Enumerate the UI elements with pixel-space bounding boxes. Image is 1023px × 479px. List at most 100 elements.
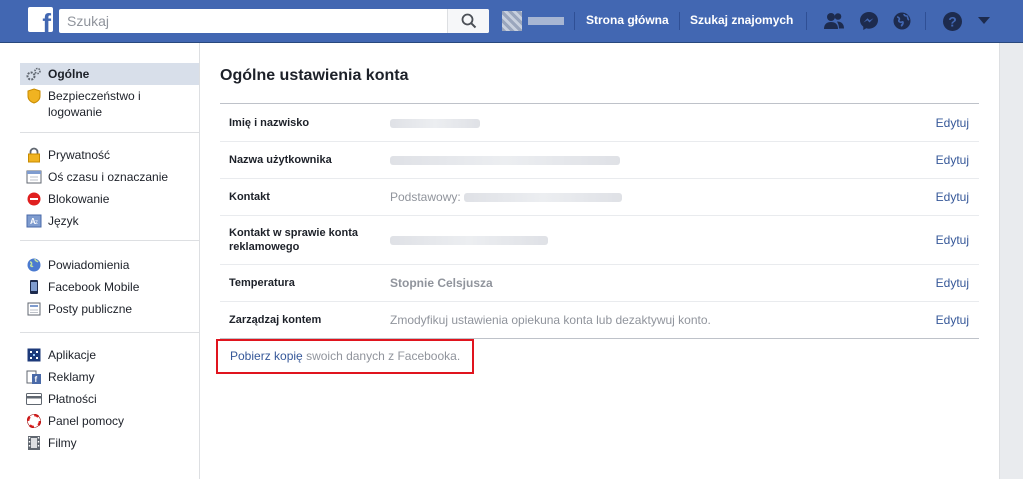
sidebar-item-payments[interactable]: Płatności [20,388,199,410]
messenger-icon[interactable] [858,10,880,32]
block-icon [26,191,42,207]
sidebar-item-label: Facebook Mobile [48,280,140,294]
svg-text:f: f [35,375,38,384]
edit-link[interactable]: Edytuj [929,313,979,327]
avatar [502,11,522,31]
page-title: Ogólne ustawienia konta [220,67,409,84]
settings-row-temperature[interactable]: Temperatura Stopnie Celsjusza Edytuj [220,264,979,301]
row-value: Podstawowy: [390,190,929,204]
sidebar-item-videos[interactable]: Filmy [20,432,199,454]
sidebar-item-label: Aplikacje [48,348,97,362]
row-label: Temperatura [229,277,295,289]
sidebar-item-label: Ogólne [48,67,90,81]
sidebar-item-privacy[interactable]: Prywatność [20,144,199,166]
sidebar-group: Prywatność Oś czasu i oznaczanie Blokowa… [20,144,199,232]
settings-row-name[interactable]: Imię i nazwisko Edytuj [220,104,979,141]
lock-icon [26,147,42,163]
divider [20,332,199,333]
download-data-highlight: Pobierz kopię swoich danych z Facebooka. [216,339,474,374]
row-value-redacted [390,116,929,130]
sidebar-item-public-posts[interactable]: Posty publiczne [20,298,199,320]
row-label: Zarządzaj kontem [229,314,322,326]
account-menu-chevron-down-icon[interactable] [973,10,995,32]
download-copy-text: swoich danych z Facebooka. [306,349,461,363]
notifications-globe-icon[interactable] [891,10,913,32]
sidebar-group: Ogólne Bezpieczeństwo i logowanie [20,63,199,123]
sidebar-item-label: Panel pomocy [48,414,125,428]
apps-icon [26,347,42,363]
rss-icon [26,301,42,317]
card-icon [26,391,42,407]
edit-link[interactable]: Edytuj [929,276,979,290]
divider [806,12,807,30]
sidebar-item-label: Bezpieczeństwo i logowanie [48,89,141,119]
row-value: Zmodyfikuj ustawienia opiekuna konta lub… [390,313,711,327]
sidebar-item-label: Reklamy [48,370,95,384]
sidebar-item-label: Oś czasu i oznaczanie [48,170,169,184]
mobile-icon [26,279,42,295]
search-input[interactable] [59,9,447,33]
sidebar-item-label: Płatności [48,392,97,406]
row-value-redacted [390,153,929,167]
contact-prefix: Podstawowy: [390,190,461,204]
row-label: Imię i nazwisko [229,116,310,129]
timeline-icon [26,169,42,185]
settings-row-username[interactable]: Nazwa użytkownika Edytuj [220,141,979,178]
sidebar-item-timeline[interactable]: Oś czasu i oznaczanie [20,166,199,188]
lifebuoy-icon [26,413,42,429]
globe-icon [26,257,42,273]
top-bar: f Strona główna Szukaj znajomych ? [0,0,1023,43]
profile-name-redacted [528,17,564,25]
sidebar-item-language[interactable]: Az Język [20,210,199,232]
svg-text:?: ? [948,13,957,29]
settings-table: Imię i nazwisko Edytuj Nazwa użytkownika… [220,103,979,339]
home-link[interactable]: Strona główna [586,13,669,27]
shield-icon [26,88,42,104]
gear-icon [26,66,42,82]
sidebar-item-label: Prywatność [48,148,111,162]
search-button[interactable] [447,9,489,33]
friend-requests-icon[interactable] [823,10,845,32]
settings-row-ad-contact[interactable]: Kontakt w sprawie konta reklamowego Edyt… [220,215,979,264]
help-icon[interactable]: ? [941,10,963,32]
sidebar-item-label: Powiadomienia [48,258,130,272]
divider [925,12,926,30]
sidebar-item-general[interactable]: Ogólne [20,63,199,85]
sidebar-item-apps[interactable]: Aplikacje [20,344,199,366]
divider [20,132,199,133]
settings-row-manage-account[interactable]: Zarządzaj kontem Zmodyfikuj ustawienia o… [220,301,979,338]
row-label: Kontakt [229,191,270,203]
sidebar-item-notifications[interactable]: Powiadomienia [20,254,199,276]
settings-row-contact[interactable]: Kontakt Podstawowy: Edytuj [220,178,979,215]
sidebar-item-label: Blokowanie [48,192,110,206]
ads-icon: f [26,369,42,385]
row-label: Kontakt w sprawie konta reklamowego [229,227,358,253]
profile-link[interactable] [502,11,564,31]
svg-text:z: z [35,220,38,226]
settings-content: Ogólne ustawienia konta Imię i nazwisko … [200,43,1000,479]
divider [20,240,199,241]
edit-link[interactable]: Edytuj [929,233,979,247]
sidebar-item-mobile[interactable]: Facebook Mobile [20,276,199,298]
sidebar-item-label: Filmy [48,436,77,450]
facebook-logo-icon[interactable]: f [28,7,53,32]
language-icon: Az [26,213,42,229]
row-value: Stopnie Celsjusza [390,276,493,290]
film-icon [26,435,42,451]
search-icon [461,13,476,29]
sidebar-item-blocking[interactable]: Blokowanie [20,188,199,210]
download-copy-link[interactable]: Pobierz kopię [230,349,303,363]
sidebar-item-label: Język [48,214,79,228]
sidebar-group: Aplikacje f Reklamy Płatności Panel pomo… [20,344,199,454]
divider [574,12,575,30]
edit-link[interactable]: Edytuj [929,190,979,204]
sidebar-item-ads[interactable]: f Reklamy [20,366,199,388]
find-friends-link[interactable]: Szukaj znajomych [690,13,793,27]
edit-link[interactable]: Edytuj [929,153,979,167]
edit-link[interactable]: Edytuj [929,116,979,130]
sidebar-group: Powiadomienia Facebook Mobile Posty publ… [20,254,199,320]
sidebar-item-label: Posty publiczne [48,302,133,316]
row-label: Nazwa użytkownika [229,154,332,166]
sidebar-item-security[interactable]: Bezpieczeństwo i logowanie [20,85,199,123]
sidebar-item-support[interactable]: Panel pomocy [20,410,199,432]
